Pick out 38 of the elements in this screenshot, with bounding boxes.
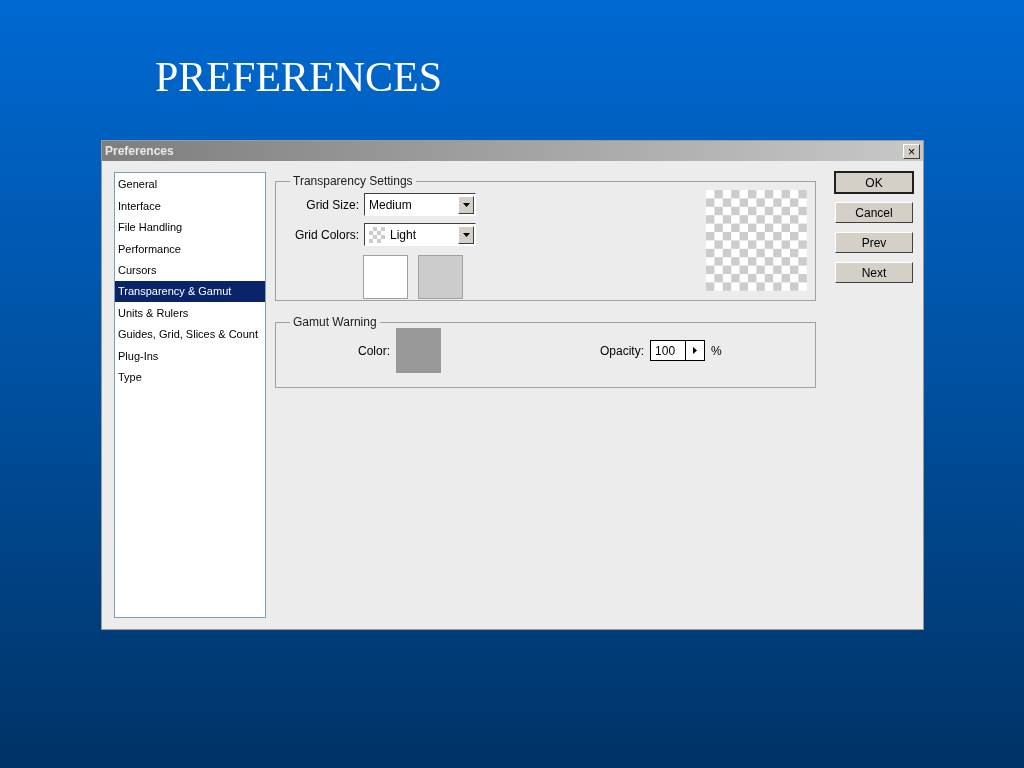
category-item[interactable]: Type <box>115 366 265 388</box>
dialog-button[interactable]: Cancel <box>835 202 913 223</box>
checkerboard-icon <box>369 226 385 243</box>
field-label: Grid Colors: <box>294 226 360 244</box>
field-label: Grid Size: <box>305 196 360 214</box>
category-item[interactable]: Guides, Grid, Slices & Count <box>115 323 265 346</box>
category-item[interactable]: Units & Rulers <box>115 302 265 324</box>
category-item[interactable]: Interface <box>115 195 265 217</box>
group-title: Transparency Settings <box>292 173 414 190</box>
close-button[interactable]: × <box>903 143 920 159</box>
window-title: Preferences <box>105 143 174 160</box>
dialog-button[interactable]: Prev <box>835 232 913 253</box>
dialog-button[interactable]: Next <box>835 262 913 283</box>
category-item[interactable]: Transparency & Gamut <box>115 280 265 303</box>
right-triangle-icon <box>693 347 698 354</box>
dropdown-value: Light <box>390 226 417 244</box>
category-item[interactable]: General <box>115 174 265 196</box>
field-label: Opacity: <box>600 342 645 360</box>
category-item[interactable]: Performance <box>115 238 265 260</box>
category-item[interactable]: Cursors <box>115 259 265 281</box>
category-item[interactable]: Plug-Ins <box>115 345 265 367</box>
color-swatch[interactable] <box>396 328 441 373</box>
category-item[interactable]: File Handling <box>115 216 265 239</box>
dropdown-arrow-button[interactable] <box>458 195 474 214</box>
caret-icon <box>462 232 470 237</box>
dropdown-arrow-button[interactable] <box>458 225 474 244</box>
opacity-field[interactable]: 100 <box>650 340 706 361</box>
unit-label: % <box>711 342 722 360</box>
field-label: Color: <box>358 342 390 360</box>
dropdown[interactable]: Medium <box>364 193 476 216</box>
color-swatch[interactable] <box>418 255 463 299</box>
group-title: Gamut Warning <box>292 314 378 331</box>
caret-icon <box>462 202 470 207</box>
dropdown-value: Medium <box>369 196 412 214</box>
slide-title: PREFERENCES <box>155 53 443 102</box>
dropdown[interactable]: Light <box>364 223 476 246</box>
dialog-button[interactable]: OK <box>835 172 913 193</box>
color-swatch[interactable] <box>363 255 408 299</box>
